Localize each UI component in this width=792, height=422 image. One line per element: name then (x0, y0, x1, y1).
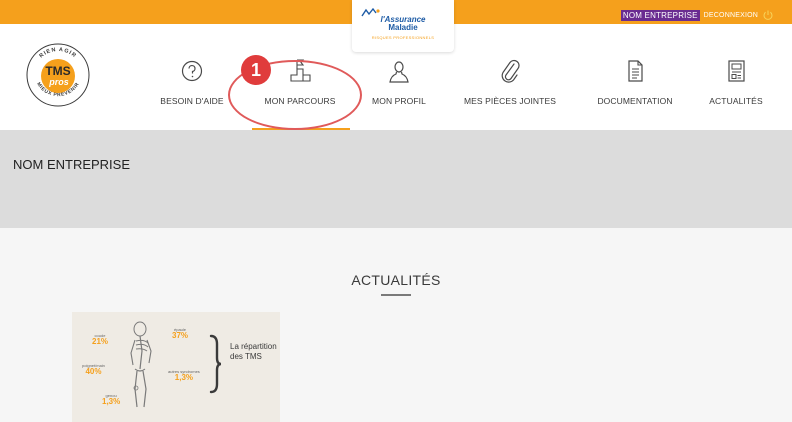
nav-item-pieces-jointes[interactable]: MES PIÈCES JOINTES (452, 58, 568, 106)
nav-item-actualites[interactable]: ACTUALITÉS (698, 58, 774, 106)
nav-label-actualites: ACTUALITÉS (709, 96, 763, 106)
nav-item-besoin-aide[interactable]: BESOIN D'AIDE (152, 58, 232, 106)
page: NOM ENTREPRISE DECONNEXION l'Assurance M… (0, 0, 792, 422)
nav-item-documentation[interactable]: DOCUMENTATION (588, 58, 682, 106)
news-card-heading: La répartition des TMS (230, 342, 277, 361)
stat-genou: genou 1,3% (102, 393, 121, 406)
question-circle-icon (181, 60, 203, 82)
top-user-area: NOM ENTREPRISE DECONNEXION (620, 9, 774, 21)
brace-icon (209, 334, 222, 394)
tms-pros-logo[interactable]: RIEN AGIR MIEUX PRÉVENIR TMS pros (25, 42, 91, 108)
stat-coude: coude 21% (92, 333, 109, 346)
paperclip-icon (501, 59, 520, 83)
user-icon (389, 61, 409, 83)
nav-label-documentation: DOCUMENTATION (597, 96, 673, 106)
partner-logo-line3: RISQUES PROFESSIONNELS (371, 34, 435, 40)
stat-epaule: épaule 37% (172, 327, 189, 340)
partner-logo-line2: Maladie (388, 22, 418, 32)
nav-label-mon-profil: MON PROFIL (372, 96, 426, 106)
newspaper-icon (728, 60, 745, 82)
logout-link[interactable]: DECONNEXION (704, 12, 758, 19)
news-title-underline (381, 294, 411, 296)
tms-logo-name: TMS (45, 64, 70, 78)
company-name: NOM ENTREPRISE (13, 157, 131, 172)
news-section-title: ACTUALITÉS (351, 272, 441, 288)
nav-label-pieces-jointes: MES PIÈCES JOINTES (463, 96, 556, 106)
news-card[interactable]: coude 21% épaule 37% poignet/main 40% au… (72, 312, 280, 422)
document-icon (628, 60, 643, 82)
stat-poignet-main: poignet/main 40% (82, 363, 105, 376)
annotation-step-badge: 1 (241, 55, 271, 85)
assurance-maladie-emblem-icon (361, 8, 380, 17)
company-tag[interactable]: NOM ENTREPRISE (620, 9, 700, 21)
assurance-maladie-logo[interactable]: l'Assurance Maladie RISQUES PROFESSIONNE… (352, 0, 454, 52)
nav-item-mon-profil[interactable]: MON PROFIL (364, 58, 434, 106)
tms-logo-sub: pros (48, 77, 69, 87)
company-header-band (0, 130, 792, 228)
nav-label-besoin-aide: BESOIN D'AIDE (160, 96, 224, 106)
power-icon[interactable] (762, 9, 774, 21)
skeleton-illustration (130, 321, 152, 408)
stat-autres-syndromes: autres syndromes 1,3% (168, 369, 200, 382)
